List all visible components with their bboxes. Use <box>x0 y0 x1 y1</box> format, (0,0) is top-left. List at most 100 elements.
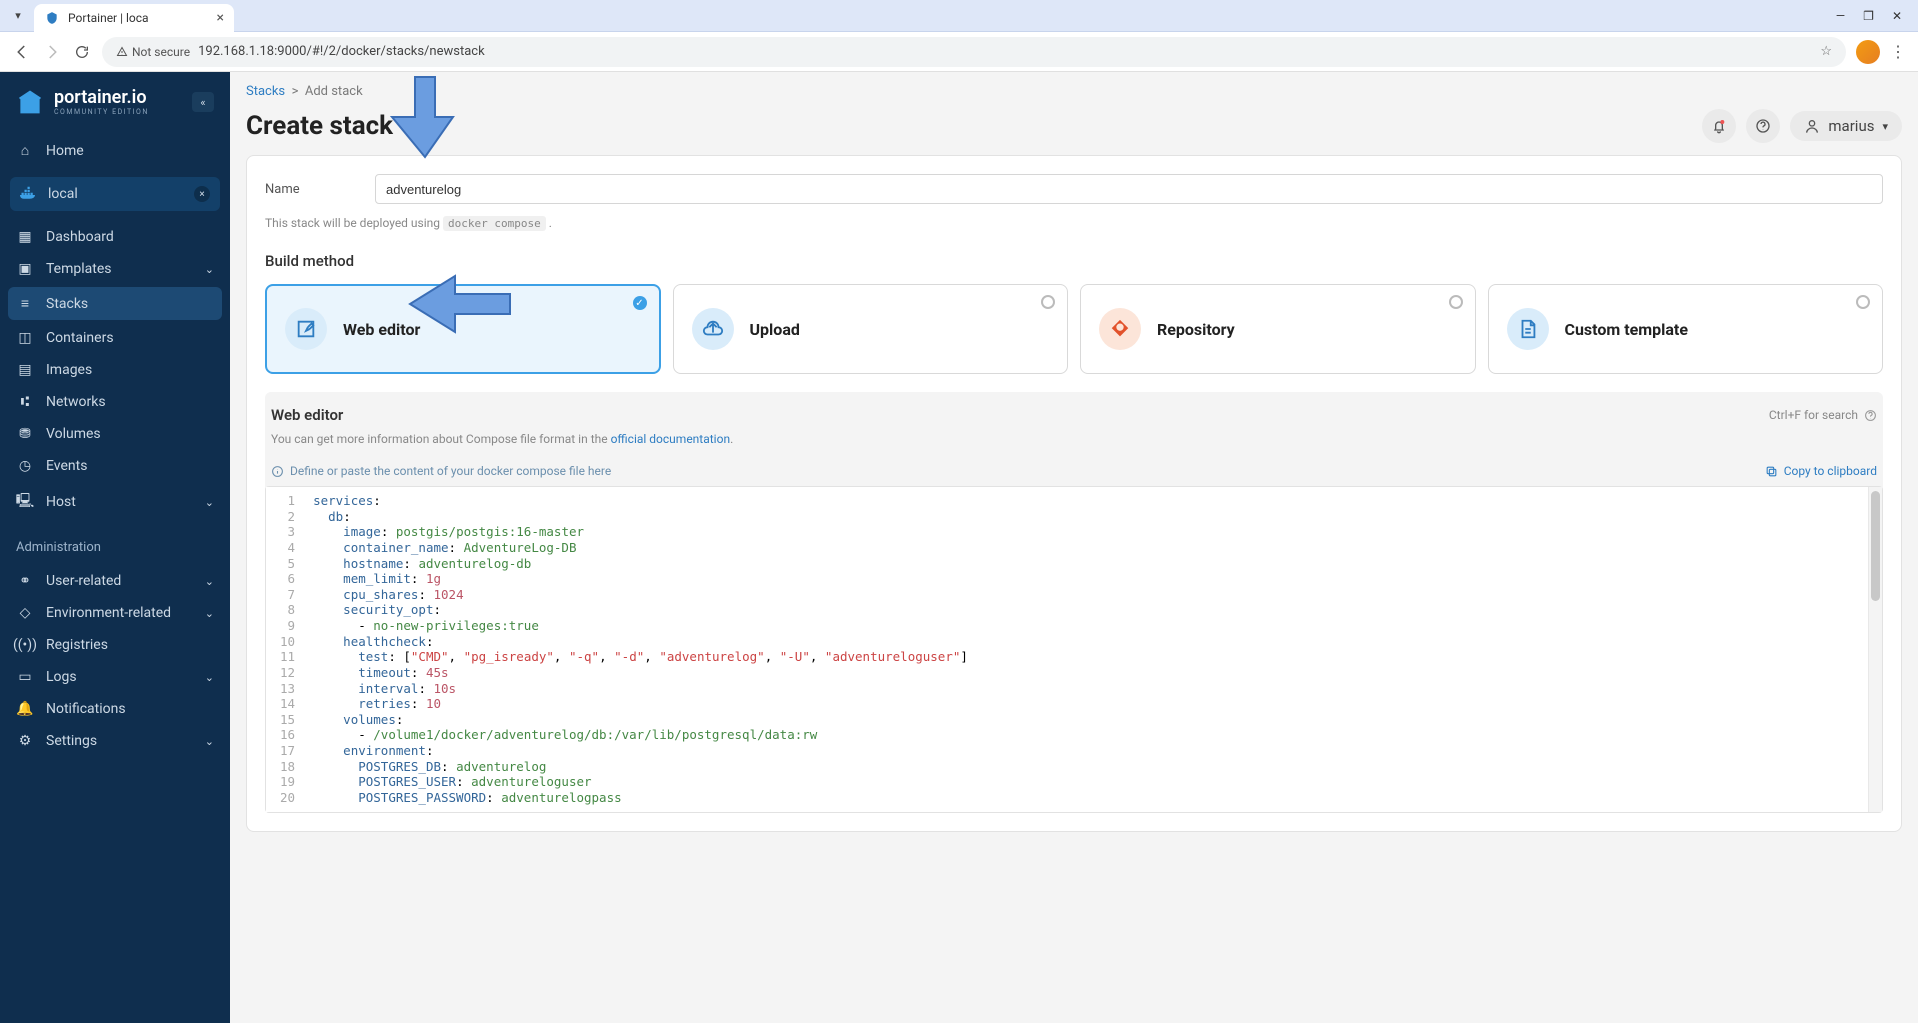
sidebar-item-home[interactable]: ⌂ Home <box>0 134 230 167</box>
sidebar-env-local[interactable]: local × <box>10 177 220 211</box>
sidebar-item-label: Templates <box>46 261 112 277</box>
stack-name-input[interactable] <box>375 174 1883 204</box>
window-close-icon[interactable]: ✕ <box>1892 9 1902 23</box>
sidebar-item-stacks[interactable]: ≡Stacks <box>8 287 222 320</box>
method-icon <box>1507 308 1549 350</box>
method-label: Web editor <box>343 320 420 339</box>
info-icon <box>271 465 284 478</box>
env-close-icon[interactable]: × <box>194 186 210 202</box>
sidebar-item-label: Dashboard <box>46 229 114 245</box>
page-title: Create stack <box>246 111 420 141</box>
main-content: Stacks > Add stack Create stack <box>230 72 1918 1023</box>
logs-icon: ▭ <box>16 669 34 685</box>
sidebar-item-logs[interactable]: ▭ Logs ⌄ <box>0 661 230 693</box>
chevron-down-icon: ⌄ <box>205 263 214 276</box>
window-minimize-icon[interactable]: — <box>1836 9 1845 23</box>
logo-text: portainer.io COMMUNITY EDITION <box>54 89 149 116</box>
containers-icon: ◫ <box>16 330 34 346</box>
method-label: Custom template <box>1565 320 1689 339</box>
copy-icon <box>1765 465 1778 478</box>
sidebar-item-networks[interactable]: ⑆Networks <box>0 386 230 418</box>
window-maximize-icon[interactable]: ❐ <box>1863 9 1874 23</box>
address-bar[interactable]: Not secure 192.168.1.18:9000/#!/2/docker… <box>102 37 1846 67</box>
back-button[interactable] <box>12 42 32 62</box>
sidebar-item-registries[interactable]: ((•)) Registries <box>0 629 230 661</box>
registries-icon: ((•)) <box>16 637 34 653</box>
sidebar-item-label: Home <box>46 143 84 159</box>
chevron-down-icon: ⌄ <box>205 607 214 620</box>
method-label: Repository <box>1157 320 1235 339</box>
sidebar-admin-label: Administration <box>0 526 230 561</box>
notifications-button[interactable] <box>1702 109 1736 143</box>
sidebar-item-notifications[interactable]: 🔔Notifications <box>0 693 230 725</box>
sidebar-item-label: Volumes <box>46 426 101 442</box>
sidebar-item-label: Notifications <box>46 701 126 717</box>
url-text: 192.168.1.18:9000/#!/2/docker/stacks/new… <box>198 44 485 59</box>
sidebar-item-label: Events <box>46 458 87 474</box>
editor-scrollbar[interactable] <box>1868 487 1882 812</box>
tab-list-dropdown-icon[interactable]: ▾ <box>8 6 28 26</box>
method-icon <box>692 308 734 350</box>
compose-editor[interactable]: 1234567891011121314151617181920 services… <box>265 486 1883 813</box>
editor-search-hint: Ctrl+F for search <box>1769 408 1877 422</box>
help-icon <box>1864 409 1877 422</box>
copy-to-clipboard-button[interactable]: Copy to clipboard <box>1765 464 1877 478</box>
profile-avatar[interactable] <box>1856 40 1880 64</box>
reload-button[interactable] <box>72 42 92 62</box>
radio-icon <box>1449 295 1463 309</box>
sidebar-env-label: local <box>48 186 78 202</box>
sidebar-item-settings[interactable]: ⚙Settings⌄ <box>0 725 230 757</box>
images-icon: ▤ <box>16 362 34 378</box>
browser-tab-strip: ▾ Portainer | loca × — ❐ ✕ <box>0 0 1918 32</box>
tab-favicon-icon <box>44 10 60 26</box>
chevron-down-icon: ⌄ <box>205 671 214 684</box>
user-menu[interactable]: marius ▾ <box>1790 111 1902 141</box>
sidebar-item-label: Environment-related <box>46 605 171 621</box>
sidebar-item-containers[interactable]: ◫Containers <box>0 322 230 354</box>
environment-related-icon: ◇ <box>16 605 34 621</box>
chevron-down-icon: ⌄ <box>205 496 214 509</box>
editor-content[interactable]: services: db: image: postgis/postgis:16-… <box>305 487 1868 812</box>
build-method-upload[interactable]: Upload <box>673 284 1069 374</box>
sidebar-item-templates[interactable]: ▣Templates⌄ <box>0 253 230 285</box>
portainer-logo-icon <box>16 88 44 116</box>
sidebar-item-label: Stacks <box>46 296 88 312</box>
sidebar-item-label: Settings <box>46 733 97 749</box>
chevron-down-icon: ⌄ <box>205 735 214 748</box>
sidebar-item-label: Logs <box>46 669 77 685</box>
browser-tab[interactable]: Portainer | loca × <box>34 4 234 32</box>
build-method-web-editor[interactable]: Web editor <box>265 284 661 374</box>
method-icon <box>1099 308 1141 350</box>
sidebar-item-environment-related[interactable]: ◇ Environment-related ⌄ <box>0 597 230 629</box>
tab-close-icon[interactable]: × <box>217 10 224 26</box>
sidebar-item-label: Networks <box>46 394 106 410</box>
sidebar-collapse-icon[interactable]: « <box>192 92 214 112</box>
logo-row: portainer.io COMMUNITY EDITION « <box>0 72 230 130</box>
sidebar-item-host[interactable]: 🖳Host⌄ <box>0 482 230 522</box>
dashboard-icon: ▦ <box>16 229 34 245</box>
sidebar-item-events[interactable]: ◷Events <box>0 450 230 482</box>
help-button[interactable] <box>1746 109 1780 143</box>
breadcrumb-parent[interactable]: Stacks <box>246 84 285 99</box>
bookmark-star-icon[interactable]: ☆ <box>1820 44 1832 59</box>
sidebar-item-user-related[interactable]: ⚭User-related⌄ <box>0 565 230 597</box>
radio-icon <box>1041 295 1055 309</box>
browser-menu-icon[interactable]: ⋮ <box>1890 42 1906 61</box>
chevron-down-icon: ⌄ <box>205 575 214 588</box>
method-label: Upload <box>750 320 800 339</box>
editor-header: Web editor <box>271 406 343 424</box>
sidebar-item-label: Registries <box>46 637 108 653</box>
docker-icon <box>20 185 38 203</box>
chevron-down-icon: ▾ <box>1882 120 1888 133</box>
build-method-repository[interactable]: Repository <box>1080 284 1476 374</box>
sidebar-item-volumes[interactable]: ⛃Volumes <box>0 418 230 450</box>
sidebar-item-dashboard[interactable]: ▦ Dashboard <box>0 221 230 253</box>
host-icon: 🖳 <box>16 490 34 514</box>
sidebar-item-images[interactable]: ▤Images <box>0 354 230 386</box>
editor-gutter: 1234567891011121314151617181920 <box>266 487 305 812</box>
forward-button[interactable] <box>42 42 62 62</box>
refresh-icon[interactable] <box>403 115 420 137</box>
docs-link[interactable]: official documentation <box>611 432 731 446</box>
build-method-custom-template[interactable]: Custom template <box>1488 284 1884 374</box>
name-label: Name <box>265 182 355 197</box>
